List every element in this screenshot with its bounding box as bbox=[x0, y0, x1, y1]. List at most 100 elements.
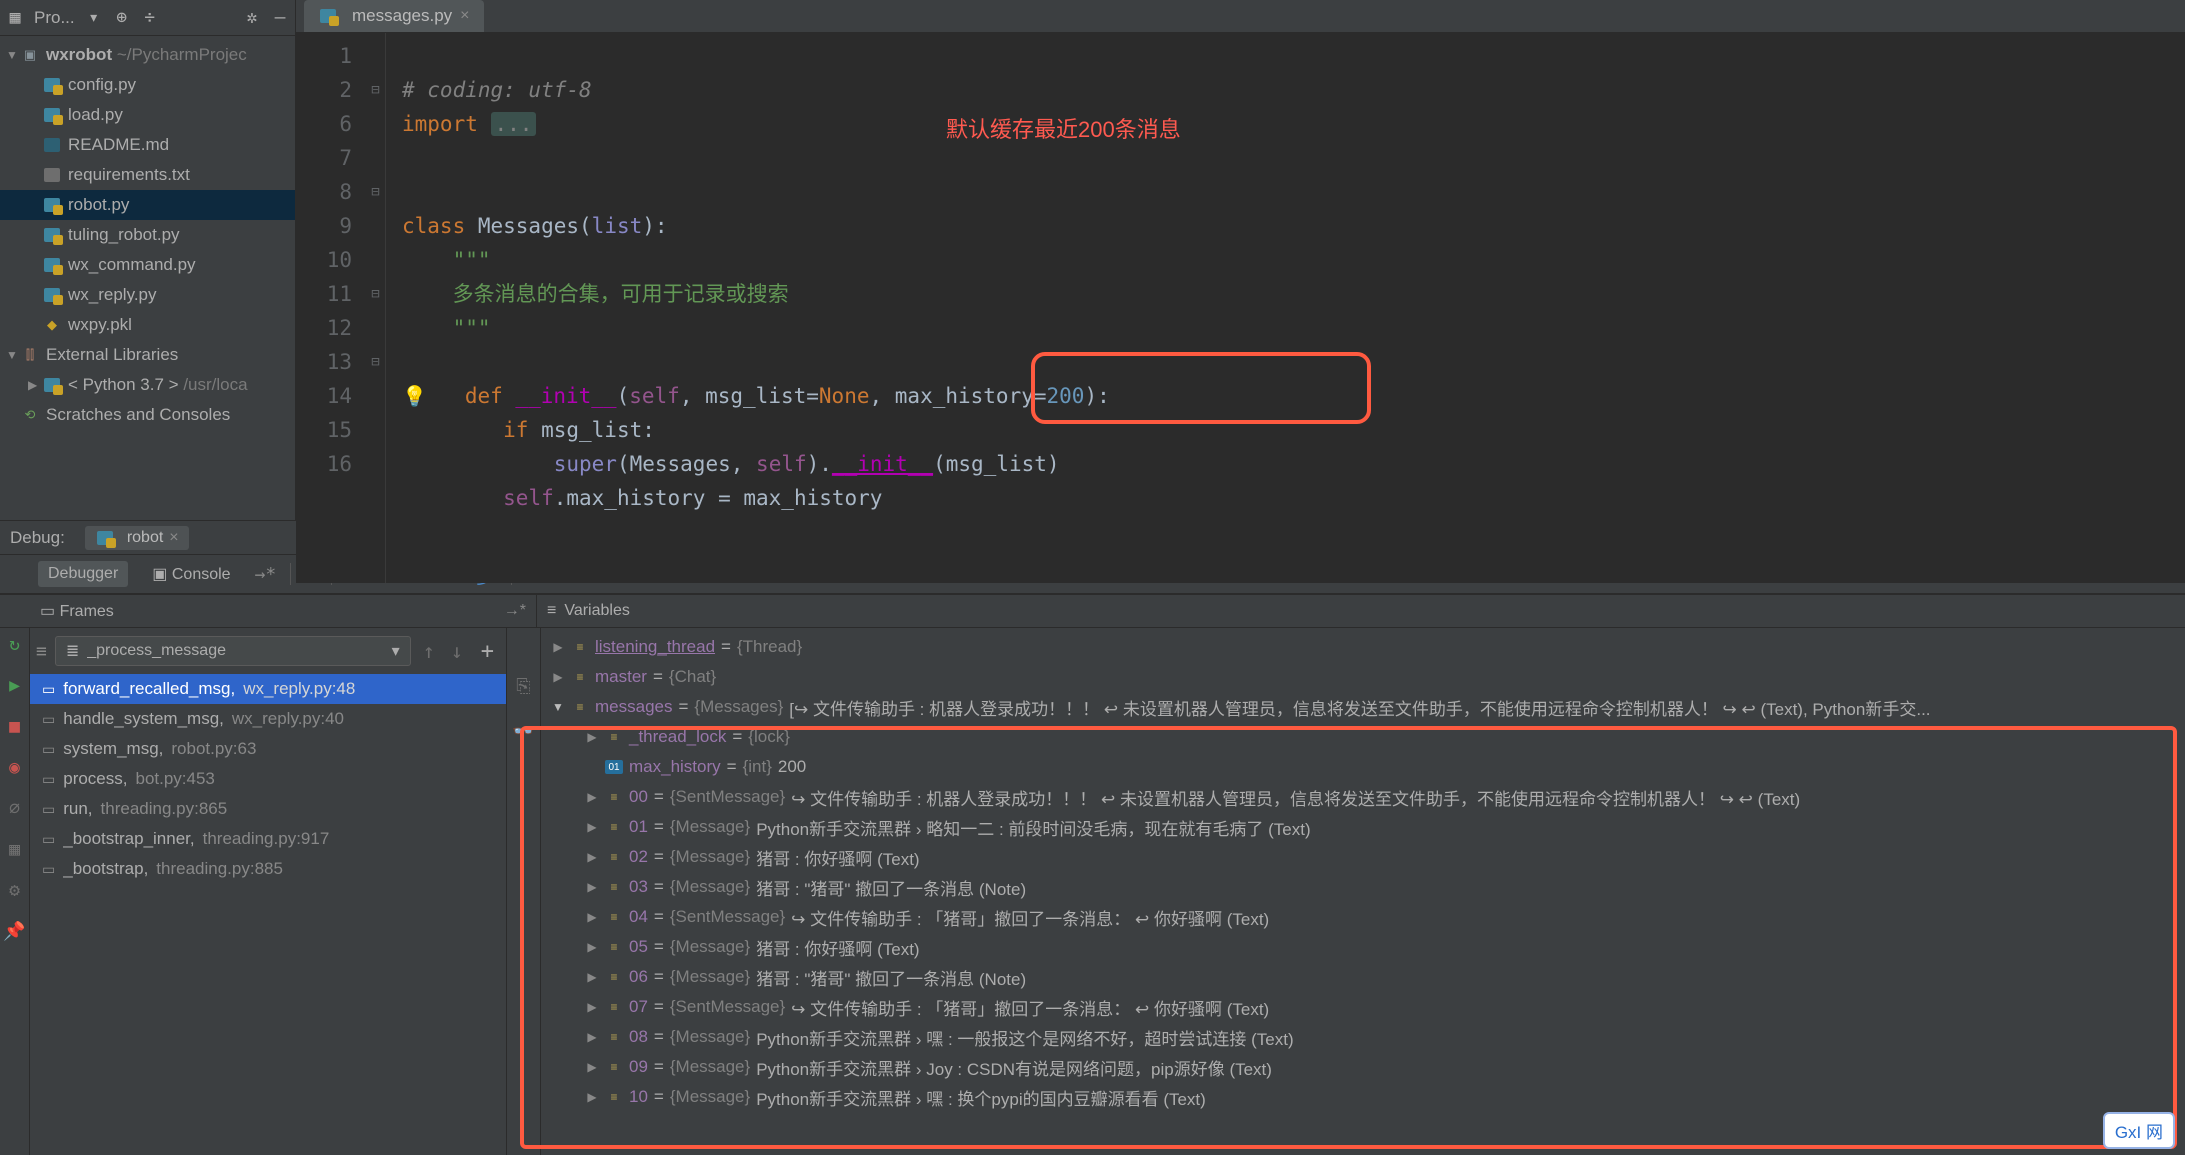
tree-file[interactable]: config.py bbox=[0, 70, 295, 100]
variable-row[interactable]: 01 max_history = {int} 200 bbox=[541, 752, 2185, 782]
file-tab-active[interactable]: messages.py × bbox=[304, 0, 484, 32]
code-keyword: if bbox=[503, 418, 541, 442]
tree-file[interactable]: wx_command.py bbox=[0, 250, 295, 280]
variables-panel[interactable]: ▶≡ listening_thread = {Thread} ▶≡ master… bbox=[541, 628, 2185, 1155]
tab-debugger[interactable]: Debugger bbox=[38, 561, 128, 587]
add-tab-icon[interactable]: →* bbox=[255, 564, 277, 585]
expand-arrow-icon[interactable]: ▶ bbox=[585, 790, 599, 804]
expand-arrow-icon[interactable]: ▼ bbox=[6, 48, 20, 62]
gear-icon[interactable]: ✲ bbox=[243, 9, 261, 27]
debug-config-tab[interactable]: robot × bbox=[85, 526, 189, 550]
file-icon bbox=[42, 167, 62, 183]
tree-file[interactable]: robot.py bbox=[0, 190, 295, 220]
expand-arrow-icon[interactable]: ▶ bbox=[585, 1090, 599, 1104]
fold-gutter[interactable]: ⊟ ⊟ ⊟ ⊟ bbox=[366, 33, 386, 583]
variable-row[interactable]: ▶≡ listening_thread = {Thread} bbox=[541, 632, 2185, 662]
frame-row[interactable]: ▭_bootstrap, threading.py:885 bbox=[30, 854, 506, 884]
frame-row[interactable]: ▭handle_system_msg, wx_reply.py:40 bbox=[30, 704, 506, 734]
project-root[interactable]: ▼ ▣ wxrobot ~/PycharmProjec bbox=[0, 40, 295, 70]
tree-file[interactable]: ◆wxpy.pkl bbox=[0, 310, 295, 340]
close-icon[interactable]: × bbox=[169, 529, 178, 547]
expand-arrow-icon[interactable]: ▶ bbox=[585, 1060, 599, 1074]
project-tree[interactable]: ▼ ▣ wxrobot ~/PycharmProjec config.pyloa… bbox=[0, 36, 295, 520]
tree-file[interactable]: wx_reply.py bbox=[0, 280, 295, 310]
variable-row[interactable]: ▶≡ 06 = {Message} 猪哥 : "猪哥" 撤回了一条消息 (Not… bbox=[541, 962, 2185, 992]
pin-icon[interactable]: 📌 bbox=[3, 921, 25, 942]
thread-icon: ≡ bbox=[36, 641, 47, 662]
tree-file[interactable]: requirements.txt bbox=[0, 160, 295, 190]
rerun-icon[interactable]: ↻ bbox=[9, 634, 20, 655]
frame-row[interactable]: ▭forward_recalled_msg, wx_reply.py:48 bbox=[30, 674, 506, 704]
resume-icon[interactable]: ▶ bbox=[9, 675, 20, 696]
expand-arrow-icon[interactable]: ▶ bbox=[585, 820, 599, 834]
frame-row[interactable]: ▭_bootstrap_inner, threading.py:917 bbox=[30, 824, 506, 854]
minimize-icon[interactable]: — bbox=[271, 9, 289, 27]
view-breakpoints-icon[interactable]: ◉ bbox=[9, 757, 20, 778]
variable-type: {Message} bbox=[670, 937, 750, 957]
variable-row[interactable]: ▶≡ 00 = {SentMessage} ↪ 文件传输助手 : 机器人登录成功… bbox=[541, 782, 2185, 812]
expand-arrow-icon[interactable]: ▼ bbox=[6, 348, 20, 362]
variable-row[interactable]: ▶≡ master = {Chat} bbox=[541, 662, 2185, 692]
close-icon[interactable]: × bbox=[460, 7, 469, 25]
frames-list[interactable]: ▭forward_recalled_msg, wx_reply.py:48▭ha… bbox=[30, 674, 506, 1155]
variable-row[interactable]: ▼≡ messages = {Messages} [↪ 文件传输助手 : 机器人… bbox=[541, 692, 2185, 722]
expand-arrow-icon[interactable]: ▶ bbox=[585, 940, 599, 954]
scratches[interactable]: ⟲ Scratches and Consoles bbox=[0, 400, 295, 430]
expand-arrow-icon[interactable]: ▶ bbox=[585, 910, 599, 924]
stop-icon[interactable]: ■ bbox=[9, 716, 20, 737]
file-name: tuling_robot.py bbox=[68, 225, 180, 245]
variable-row[interactable]: ▶≡ 09 = {Message} Python新手交流黑群 › Joy : C… bbox=[541, 1052, 2185, 1082]
variable-row[interactable]: ▶≡ 03 = {Message} 猪哥 : "猪哥" 撤回了一条消息 (Not… bbox=[541, 872, 2185, 902]
frames-options-icon[interactable]: →* bbox=[504, 602, 526, 620]
variable-row[interactable]: ▶≡ 05 = {Message} 猪哥 : 你好骚啊 (Text) bbox=[541, 932, 2185, 962]
expand-arrow-icon[interactable]: ▶ bbox=[585, 970, 599, 984]
code-area[interactable]: # coding: utf-8 import ... class Message… bbox=[386, 33, 2185, 583]
code-editor[interactable]: 12678910111213141516 ⊟ ⊟ ⊟ ⊟ # coding: u… bbox=[296, 33, 2185, 583]
external-libraries[interactable]: ▼ ⫿⫿ External Libraries bbox=[0, 340, 295, 370]
tree-file[interactable]: load.py bbox=[0, 100, 295, 130]
add-icon[interactable]: + bbox=[475, 639, 500, 664]
tree-file[interactable]: README.md bbox=[0, 130, 295, 160]
chevron-down-icon[interactable]: ▾ bbox=[85, 9, 103, 27]
expand-arrow-icon[interactable]: ▶ bbox=[585, 1030, 599, 1044]
chevron-down-icon[interactable]: ▾ bbox=[392, 641, 400, 661]
frame-row[interactable]: ▭run, threading.py:865 bbox=[30, 794, 506, 824]
variable-row[interactable]: ▶≡ 07 = {SentMessage} ↪ 文件传输助手 : 「猪哥」撤回了… bbox=[541, 992, 2185, 1022]
frame-function: _bootstrap, bbox=[63, 859, 148, 879]
expand-arrow-icon[interactable]: ▶ bbox=[551, 640, 565, 654]
variable-row[interactable]: ▶≡ 04 = {SentMessage} ↪ 文件传输助手 : 「猪哥」撤回了… bbox=[541, 902, 2185, 932]
python-icon bbox=[318, 8, 338, 24]
next-frame-icon[interactable]: ↓ bbox=[447, 639, 467, 663]
fold-marker[interactable]: ... bbox=[491, 112, 537, 136]
expand-arrow-icon[interactable]: ▶ bbox=[585, 730, 599, 744]
tab-console[interactable]: ▣ Console bbox=[142, 560, 240, 588]
variable-row[interactable]: ▶≡ _thread_lock = {lock} bbox=[541, 722, 2185, 752]
copy-icon[interactable]: ⎘ bbox=[516, 676, 530, 697]
frame-row[interactable]: ▭process, bot.py:453 bbox=[30, 764, 506, 794]
target-icon[interactable]: ⊕ bbox=[113, 9, 131, 27]
python-env[interactable]: ▶ < Python 3.7 > /usr/loca bbox=[0, 370, 295, 400]
frame-row[interactable]: ▭system_msg, robot.py:63 bbox=[30, 734, 506, 764]
divide-icon[interactable]: ÷ bbox=[141, 9, 159, 27]
expand-arrow-icon[interactable]: ▶ bbox=[585, 850, 599, 864]
lightbulb-icon[interactable]: 💡 bbox=[402, 384, 427, 408]
expand-arrow-icon[interactable]: ▶ bbox=[28, 378, 42, 392]
tree-file[interactable]: tuling_robot.py bbox=[0, 220, 295, 250]
expand-arrow-icon[interactable]: ▶ bbox=[585, 880, 599, 894]
thread-selector[interactable]: ≣ _process_message ▾ bbox=[55, 636, 411, 666]
settings-icon[interactable]: ⚙ bbox=[9, 880, 20, 901]
expand-arrow-icon[interactable]: ▼ bbox=[551, 700, 565, 714]
variable-row[interactable]: ▶≡ 10 = {Message} Python新手交流黑群 › 嘿 : 换个p… bbox=[541, 1082, 2185, 1112]
file-name: requirements.txt bbox=[68, 165, 190, 185]
variable-row[interactable]: ▶≡ 02 = {Message} 猪哥 : 你好骚啊 (Text) bbox=[541, 842, 2185, 872]
layout-icon[interactable]: ▦ bbox=[9, 839, 20, 860]
watch-icon[interactable]: 👓 bbox=[512, 721, 534, 742]
expand-arrow-icon[interactable]: ▶ bbox=[585, 1000, 599, 1014]
variable-row[interactable]: ▶≡ 01 = {Message} Python新手交流黑群 › 略知一二 : … bbox=[541, 812, 2185, 842]
root-name: wxrobot bbox=[46, 45, 112, 65]
variable-row[interactable]: ▶≡ 08 = {Message} Python新手交流黑群 › 嘿 : 一般报… bbox=[541, 1022, 2185, 1052]
mute-breakpoints-icon[interactable]: ⌀ bbox=[9, 798, 20, 819]
expand-arrow-icon[interactable]: ▶ bbox=[551, 670, 565, 684]
project-dropdown[interactable]: Pro... bbox=[34, 8, 75, 28]
prev-frame-icon[interactable]: ↑ bbox=[419, 639, 439, 663]
